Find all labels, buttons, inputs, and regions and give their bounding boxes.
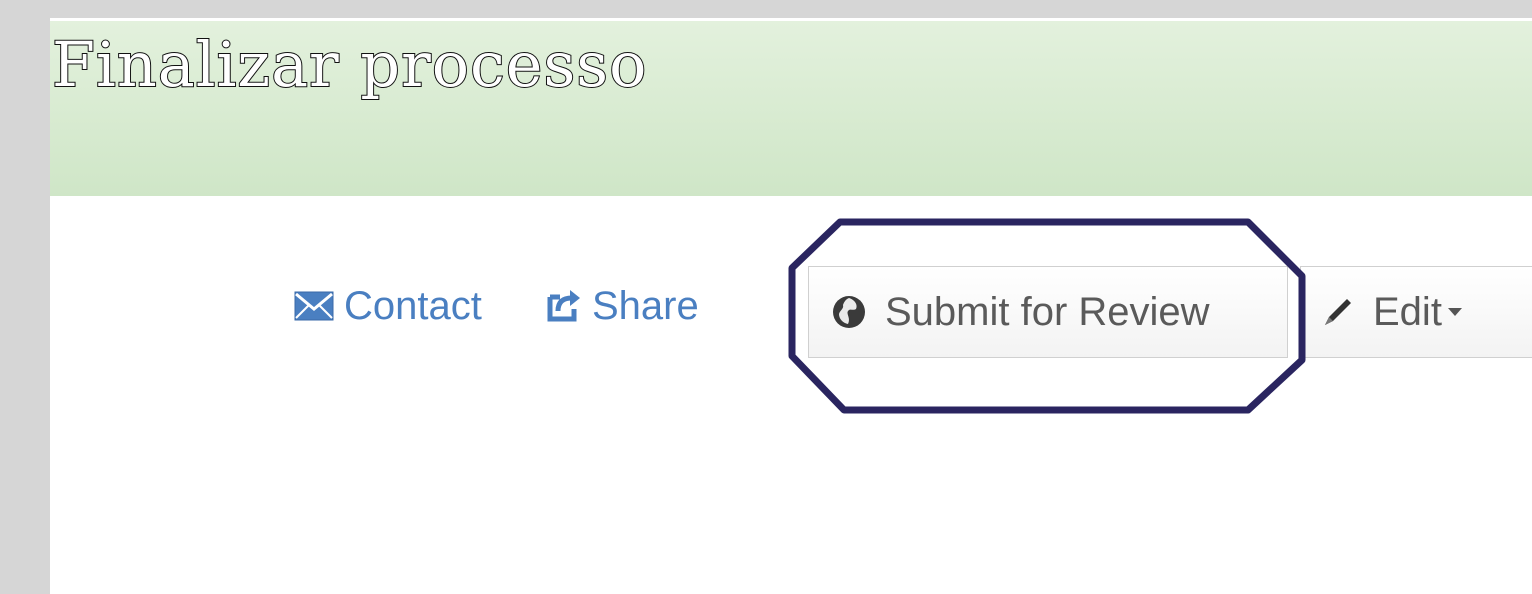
chevron-down-icon bbox=[1447, 308, 1462, 316]
left-frame-strip bbox=[0, 0, 50, 594]
submit-for-review-label: Submit for Review bbox=[885, 289, 1210, 334]
pencil-icon bbox=[1321, 295, 1355, 329]
envelope-icon bbox=[294, 291, 334, 321]
top-frame-strip bbox=[0, 0, 1532, 18]
page-title: Finalizar processo bbox=[51, 28, 648, 101]
share-label: Share bbox=[592, 283, 699, 328]
contact-link[interactable]: Contact bbox=[294, 280, 482, 332]
content-area bbox=[50, 196, 1532, 594]
edit-dropdown-button[interactable]: Edit bbox=[1300, 266, 1532, 358]
share-link[interactable]: Share bbox=[546, 280, 699, 332]
share-icon bbox=[546, 289, 582, 323]
globe-icon bbox=[831, 294, 867, 330]
contact-label: Contact bbox=[344, 283, 482, 328]
edit-label: Edit bbox=[1373, 289, 1442, 334]
submit-for-review-button[interactable]: Submit for Review bbox=[808, 266, 1288, 358]
